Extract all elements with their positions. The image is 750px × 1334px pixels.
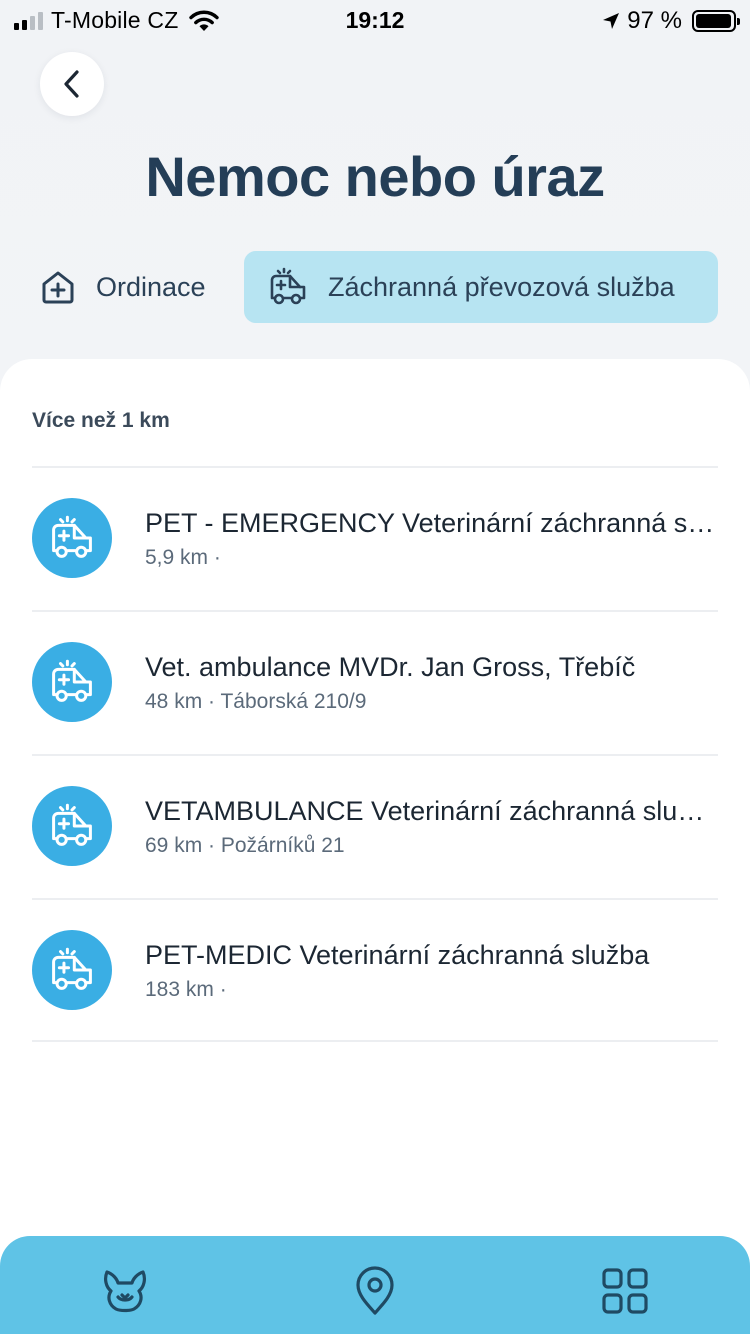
ambulance-icon: [32, 498, 112, 578]
item-name: PET - EMERGENCY Veterinární záchranná sl…: [145, 508, 715, 538]
item-meta: 69 km · Požárníků 21: [145, 834, 345, 857]
list-item[interactable]: Vet. ambulance MVDr. Jan Gross, Třebíč 4…: [32, 610, 718, 754]
results-list: PET - EMERGENCY Veterinární záchranná sl…: [32, 466, 718, 1042]
battery-percent: 97 %: [627, 7, 682, 34]
battery-fill: [696, 14, 731, 28]
item-name: Vet. ambulance MVDr. Jan Gross, Třebíč: [145, 652, 636, 682]
ambulance-icon: [32, 930, 112, 1010]
pet-icon[interactable]: [100, 1266, 150, 1316]
item-meta: 5,9 km ·: [145, 546, 221, 569]
item-meta: 183 km ·: [145, 978, 227, 1001]
bottom-nav: [0, 1236, 750, 1334]
tab-ordinace-label: Ordinace: [96, 271, 206, 302]
item-meta: 48 km · Táborská 210/9: [145, 690, 367, 713]
location-arrow-icon: [603, 13, 620, 29]
results-sheet: Více než 1 km PET - EMERGENCY Veterinárn…: [0, 359, 750, 1299]
ambulance-icon: [32, 642, 112, 722]
page-title: Nemoc nebo úraz: [145, 145, 605, 208]
map-pin-icon[interactable]: [350, 1266, 400, 1316]
section-title: Více než 1 km: [32, 409, 170, 432]
battery-icon: [692, 10, 740, 32]
list-item[interactable]: PET-MEDIC Veterinární záchranná služba 1…: [32, 898, 718, 1042]
screen: T-Mobile CZ 19:12 97 % Nemoc nebo úraz O…: [0, 0, 750, 1334]
status-right: 97 %: [601, 7, 740, 35]
list-item[interactable]: PET - EMERGENCY Veterinární záchranná sl…: [32, 466, 718, 610]
list-item[interactable]: VETAMBULANCE Veterinární záchranná služb…: [32, 754, 718, 898]
status-bar: T-Mobile CZ 19:12 97 %: [0, 0, 750, 40]
grid-icon[interactable]: [600, 1266, 650, 1316]
tab-ordinace[interactable]: Ordinace: [20, 251, 232, 323]
ambulance-icon: [270, 267, 306, 305]
tab-zachranna-prevozova-sluzba[interactable]: Záchranná převozová služba: [244, 251, 718, 323]
chevron-left-icon: [64, 70, 79, 98]
item-name: PET-MEDIC Veterinární záchranná služba: [145, 940, 650, 970]
clinic-icon: [42, 271, 74, 304]
ambulance-icon: [32, 786, 112, 866]
item-name: VETAMBULANCE Veterinární záchranná služb…: [145, 796, 715, 826]
back-button[interactable]: [40, 52, 104, 116]
tab-zachranna-label: Záchranná převozová služba: [328, 271, 675, 302]
